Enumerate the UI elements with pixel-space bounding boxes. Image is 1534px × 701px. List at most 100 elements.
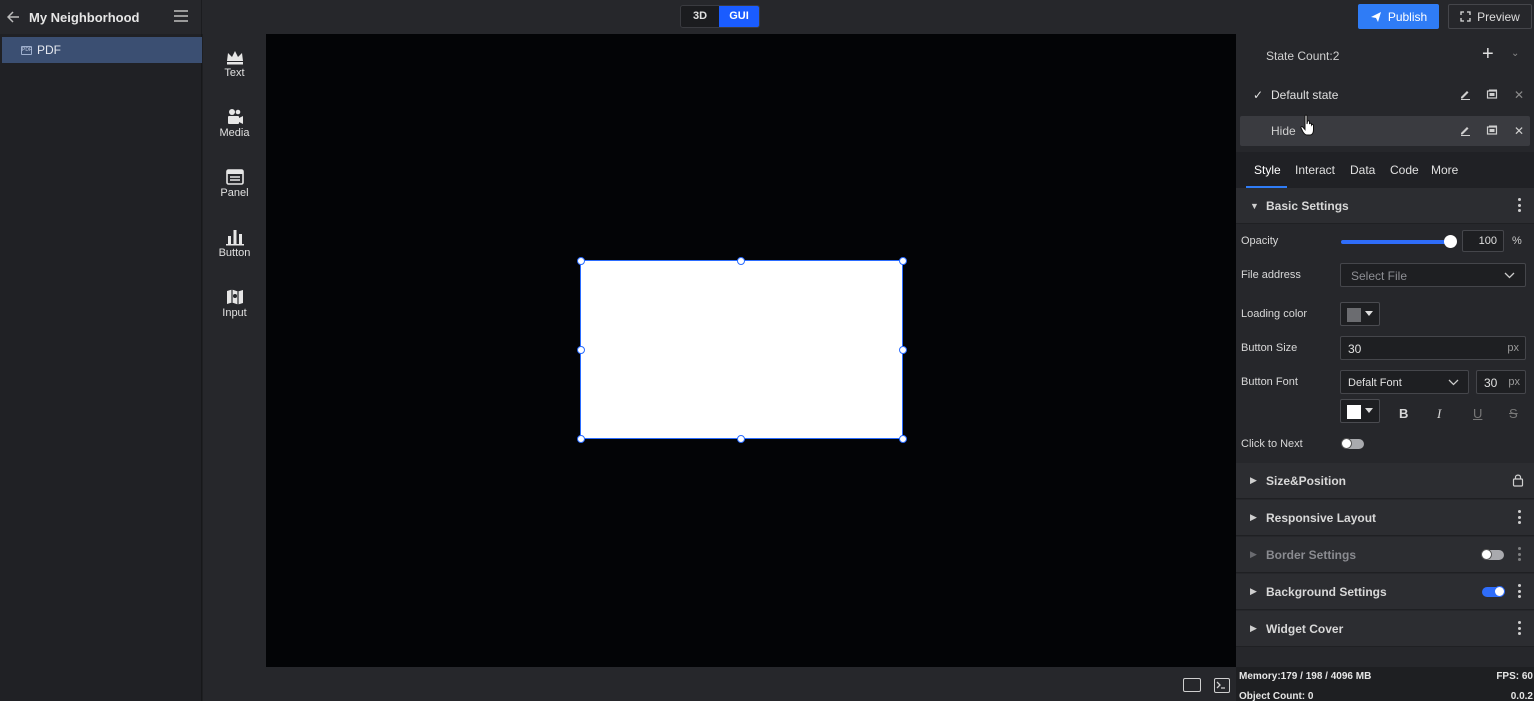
italic-button[interactable]: I [1437,406,1441,422]
button-font-label: Button Font [1241,376,1298,388]
pdf-icon: PDF [21,45,32,55]
tab-interact[interactable]: Interact [1295,163,1335,177]
background-settings-toggle[interactable] [1482,586,1505,597]
paper-plane-icon [1370,11,1381,22]
tab-more[interactable]: More [1431,163,1458,177]
widget-media[interactable]: Media [203,108,266,158]
resize-handle-top-right[interactable] [899,257,907,265]
state-name: Hide [1271,124,1296,138]
map-icon [226,289,243,305]
widget-button-label: Button [218,247,251,259]
section-basic-settings[interactable]: ▼ Basic Settings [1236,188,1534,224]
tab-style[interactable]: Style [1254,163,1281,177]
memory-readout: Memory:179 / 198 / 4096 MB [1239,671,1372,682]
resize-handle-left[interactable] [577,346,585,354]
loading-color-picker[interactable] [1340,302,1380,326]
add-state-icon[interactable]: + [1482,44,1494,64]
publish-button[interactable]: Publish [1358,4,1439,29]
opacity-input[interactable]: 100 [1462,230,1504,252]
button-font-size-input[interactable]: 30 px [1476,370,1526,394]
button-font-select[interactable]: Defalt Font [1340,370,1469,394]
resize-handle-right[interactable] [899,346,907,354]
loading-color-label: Loading color [1241,308,1308,320]
widget-input-label: Input [222,307,247,319]
state-item-default[interactable]: ✓ Default state ✕ [1240,80,1530,110]
status-bar: Memory:179 / 198 / 4096 MB FPS: 60 Objec… [1236,667,1534,701]
section-widget-cover[interactable]: ▶ Widget Cover [1236,611,1534,647]
version-label: 0.0.2 [1510,691,1533,701]
resize-handle-bottom-right[interactable] [899,435,907,443]
chevron-down-icon [1448,379,1459,386]
opacity-slider[interactable] [1341,240,1451,244]
panel-icon [225,169,244,185]
selected-pdf-widget[interactable] [580,260,903,439]
tab-code[interactable]: Code [1390,163,1419,177]
copy-icon[interactable] [1485,88,1499,102]
border-settings-toggle[interactable] [1481,549,1504,560]
chevron-down-icon [1504,272,1515,279]
resize-handle-bottom-left[interactable] [577,435,585,443]
state-item-hide[interactable]: Hide ✕ [1240,116,1530,146]
lock-icon[interactable] [1512,473,1524,487]
kebab-icon[interactable] [1518,510,1521,525]
bold-button[interactable]: B [1399,406,1408,421]
resize-handle-bottom[interactable] [737,435,745,443]
strikethrough-button[interactable]: S [1509,406,1518,421]
file-address-label: File address [1241,269,1301,281]
mode-gui-button[interactable]: GUI [719,6,759,27]
mode-toggle: 3D GUI [680,5,760,28]
kebab-icon[interactable] [1518,198,1521,213]
state-count: State Count:2 [1266,49,1340,63]
resize-handle-top-left[interactable] [577,257,585,265]
canvas-bottom-bar [266,667,1236,701]
underline-button[interactable]: U [1473,406,1482,421]
section-responsive-layout[interactable]: ▶ Responsive Layout [1236,500,1534,536]
caret-down-icon [1365,311,1373,316]
opacity-slider-handle[interactable] [1444,235,1457,248]
widget-panel[interactable]: Panel [203,168,266,218]
edit-icon[interactable] [1458,88,1472,102]
button-size-label: Button Size [1241,342,1298,354]
layer-item-pdf[interactable]: PDF PDF [2,37,202,63]
close-icon[interactable]: ✕ [1512,88,1526,102]
state-header: State Count:2 + ⌄ [1236,34,1534,74]
bar-chart-icon [225,230,244,246]
hamburger-menu-icon[interactable] [174,10,188,22]
widget-toolbar: Text Media Panel Button Input [203,34,266,701]
color-swatch [1347,308,1361,322]
chevron-down-icon[interactable]: ⌄ [1511,48,1519,59]
section-title: Background Settings [1266,584,1387,599]
widget-text-label: Text [224,67,245,79]
button-size-input[interactable]: 30 px [1340,336,1526,360]
color-swatch [1347,405,1361,419]
edit-icon[interactable] [1458,124,1472,138]
section-background-settings[interactable]: ▶ Background Settings [1236,574,1534,610]
widget-text[interactable]: Text [203,48,266,98]
resize-handle-top[interactable] [737,257,745,265]
section-border-settings[interactable]: ▶ Border Settings [1236,537,1534,573]
widget-button[interactable]: Button [203,228,266,278]
publish-label: Publish [1387,9,1428,24]
preview-button[interactable]: Preview [1448,4,1532,29]
click-to-next-toggle[interactable] [1341,438,1364,449]
copy-icon[interactable] [1485,124,1499,138]
kebab-icon[interactable] [1518,584,1521,599]
kebab-icon[interactable] [1518,547,1521,562]
tab-data[interactable]: Data [1350,163,1375,177]
mode-3d-button[interactable]: 3D [681,6,719,27]
section-size-position[interactable]: ▶ Size&Position [1236,463,1534,499]
section-title: Size&Position [1266,473,1347,488]
font-color-picker[interactable] [1340,399,1380,423]
keyboard-icon[interactable] [1183,678,1201,692]
widget-input[interactable]: Input [203,288,266,338]
property-panel: State Count:2 + ⌄ ✓ Default state ✕ Hide… [1236,34,1534,667]
click-to-next-label: Click to Next [1241,438,1303,450]
check-icon: ✓ [1252,88,1263,102]
section-title: Border Settings [1266,547,1357,562]
back-arrow-icon[interactable] [6,10,20,24]
close-icon[interactable]: ✕ [1512,124,1526,138]
kebab-icon[interactable] [1518,621,1521,636]
layer-item-label: PDF [37,43,61,57]
terminal-icon[interactable] [1214,678,1230,693]
file-address-select[interactable]: Select File [1340,263,1526,287]
